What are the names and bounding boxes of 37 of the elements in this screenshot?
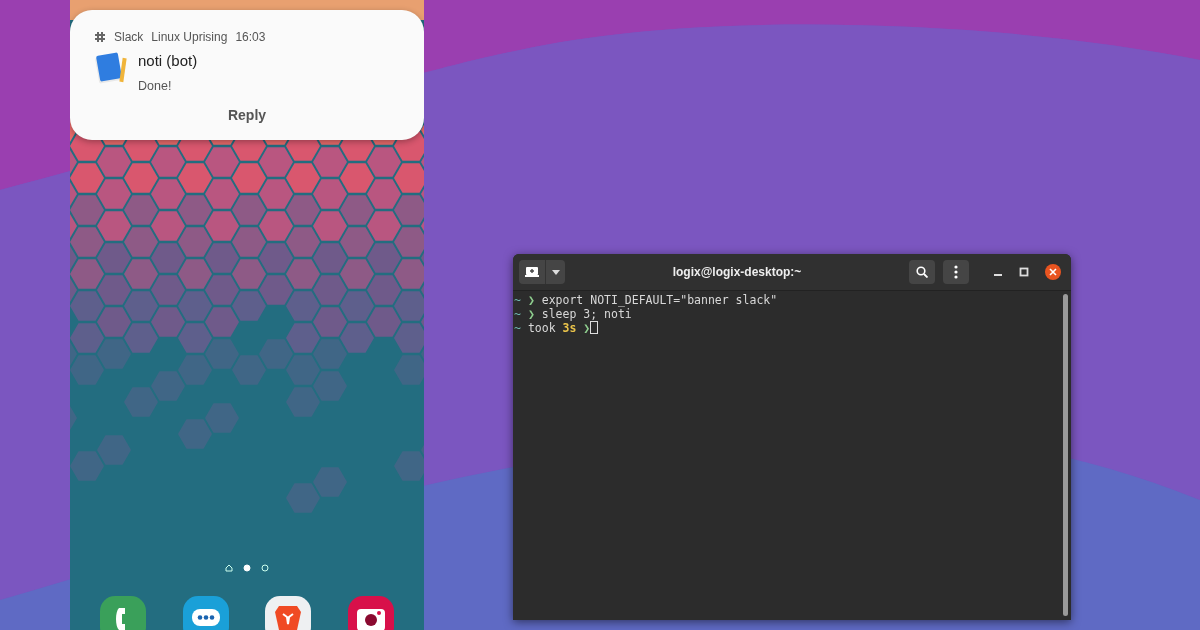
scrollbar[interactable]: [1063, 294, 1068, 616]
search-button[interactable]: [909, 260, 935, 284]
caret-icon: [551, 269, 560, 275]
phone-icon[interactable]: [100, 596, 146, 630]
notification-message: Done!: [138, 77, 173, 95]
duration-label: took: [527, 321, 556, 335]
command-text: export NOTI_DEFAULT="banner slack": [541, 293, 778, 307]
camera-icon[interactable]: [347, 596, 394, 630]
command-text: sleep 3; noti: [541, 307, 632, 321]
lion-shield-icon[interactable]: [265, 596, 312, 630]
kebab-menu-icon: [954, 265, 958, 279]
reply-button[interactable]: Reply: [227, 105, 267, 127]
search-icon: [916, 266, 928, 278]
page-indicator-dot-icon[interactable]: [261, 564, 269, 572]
window-title: logix@logix-desktop:~: [671, 264, 803, 281]
notification-time: 16:03: [235, 29, 266, 46]
new-tab-icon: [525, 266, 539, 278]
prompt-path: ~: [514, 307, 521, 321]
close-icon[interactable]: [1045, 264, 1061, 280]
prompt-path: ~: [514, 321, 521, 335]
notification-title: noti (bot): [138, 51, 198, 71]
notebook-icon: [94, 50, 130, 86]
duration-value: 3s: [562, 321, 577, 335]
notification-card[interactable]: Slack Linux Uprising 16:03 noti (bot) Done! Reply: [70, 10, 424, 140]
maximize-icon[interactable]: [1019, 267, 1029, 277]
message-bubble-icon[interactable]: [182, 596, 229, 630]
account-name: Linux Uprising: [151, 29, 228, 46]
home-page-indicator-icon[interactable]: [225, 564, 233, 572]
app-name: Slack: [114, 29, 144, 46]
prompt-arrow: ❯: [527, 293, 535, 307]
new-tab-button[interactable]: [519, 260, 545, 284]
prompt-arrow: ❯: [527, 307, 535, 321]
dropdown-button[interactable]: [545, 260, 565, 284]
prompt-path: ~: [514, 293, 521, 307]
hash-icon: [94, 31, 106, 43]
menu-button[interactable]: [943, 260, 969, 284]
prompt-arrow: ❯: [583, 321, 591, 335]
